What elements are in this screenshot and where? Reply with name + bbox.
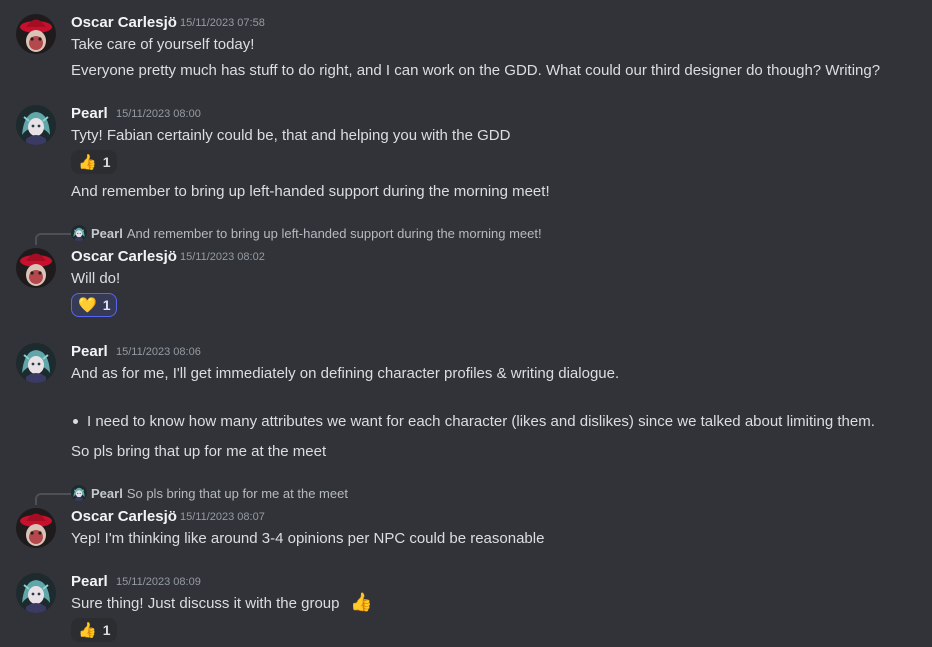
user-avatar-pearl-icon [16, 343, 56, 383]
reply-connector [35, 233, 71, 245]
reply-reference[interactable]: Pearl And remember to bring up left-hand… [71, 225, 542, 241]
user-avatar-oscar-icon [16, 248, 56, 288]
reaction-count: 1 [102, 297, 111, 313]
reply-connector [35, 493, 71, 505]
message-text: Everyone pretty much has stuff to do rig… [71, 62, 881, 79]
reply-author[interactable]: Pearl [91, 486, 123, 501]
message-text: Sure thing! Just discuss it with the gro… [71, 595, 340, 612]
chat-messages: Oscar Carlesjö 15/11/2023 07:58 Take car… [0, 0, 932, 647]
avatar[interactable] [16, 343, 56, 383]
yellow-heart-icon: 💛 [78, 296, 97, 314]
bullet-text: I need to know how many attributes we wa… [87, 413, 875, 430]
username[interactable]: Pearl [71, 573, 108, 590]
message-text: Take care of yourself today! [71, 36, 255, 53]
message-text: Tyty! Fabian certainly could be, that an… [71, 127, 511, 144]
message-text: And as for me, I'll get immediately on d… [71, 365, 620, 382]
user-avatar-oscar-icon [16, 508, 56, 548]
message-text: And remember to bring up left-handed sup… [71, 183, 550, 200]
reaction-button[interactable]: 👍 1 [71, 150, 118, 174]
reaction-button[interactable]: 💛 1 [71, 293, 118, 317]
user-avatar-pearl-icon [71, 485, 87, 501]
message-timestamp[interactable]: 15/11/2023 08:02 [180, 251, 265, 263]
message-text: Yep! I'm thinking like around 3-4 opinio… [71, 530, 545, 547]
message-timestamp[interactable]: 15/11/2023 08:06 [116, 346, 201, 358]
reaction-count: 1 [102, 154, 111, 170]
username[interactable]: Pearl [71, 105, 108, 122]
user-avatar-pearl-icon [71, 225, 87, 241]
reply-reference[interactable]: Pearl So pls bring that up for me at the… [71, 485, 348, 501]
avatar[interactable] [16, 105, 56, 145]
user-avatar-oscar-icon [16, 14, 56, 54]
reaction-button[interactable]: 👍 1 [71, 618, 118, 642]
thumbs-up-icon: 👍 [78, 153, 97, 171]
message-timestamp[interactable]: 15/11/2023 08:00 [116, 108, 201, 120]
message-timestamp[interactable]: 15/11/2023 08:07 [180, 511, 265, 523]
reply-author[interactable]: Pearl [91, 226, 123, 241]
message-timestamp[interactable]: 15/11/2023 07:58 [180, 17, 265, 29]
reply-text[interactable]: So pls bring that up for me at the meet [127, 486, 348, 501]
username[interactable]: Pearl [71, 343, 108, 360]
avatar[interactable] [16, 248, 56, 288]
user-avatar-pearl-icon [16, 105, 56, 145]
avatar[interactable] [16, 508, 56, 548]
message-timestamp[interactable]: 15/11/2023 08:09 [116, 576, 201, 588]
bullet-dot [73, 419, 78, 424]
thumbs-up-icon: 👍 [350, 592, 373, 612]
thumbs-up-icon: 👍 [78, 621, 97, 639]
avatar[interactable] [16, 573, 56, 613]
reaction-count: 1 [102, 622, 111, 638]
username[interactable]: Oscar Carlesjö [71, 508, 177, 525]
message-text: So pls bring that up for me at the meet [71, 443, 327, 460]
reply-text[interactable]: And remember to bring up left-handed sup… [127, 226, 542, 241]
username[interactable]: Oscar Carlesjö [71, 248, 177, 265]
username[interactable]: Oscar Carlesjö [71, 14, 177, 31]
avatar[interactable] [16, 14, 56, 54]
user-avatar-pearl-icon [16, 573, 56, 613]
message-text: Will do! [71, 270, 121, 287]
